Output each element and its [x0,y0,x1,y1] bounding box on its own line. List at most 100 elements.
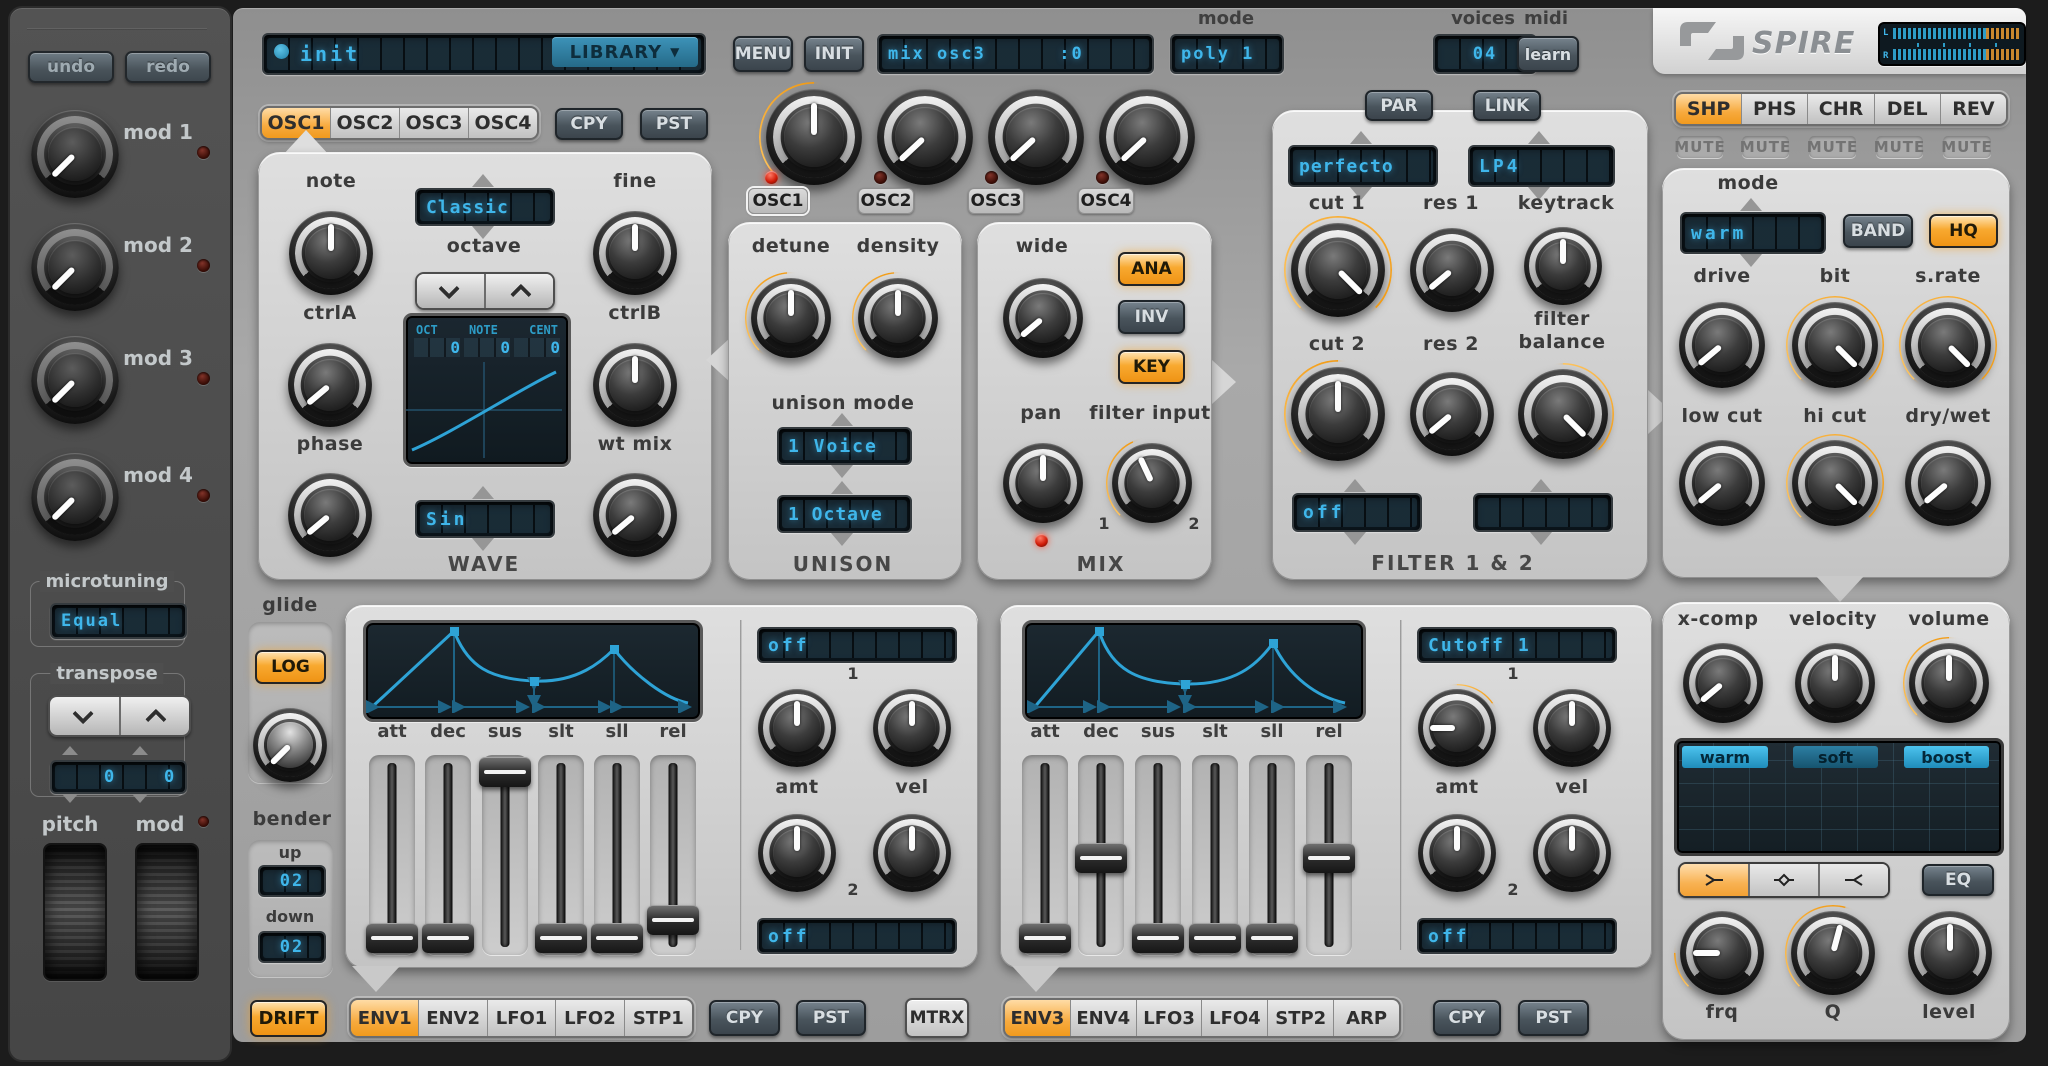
filter-input-knob[interactable] [1106,437,1198,529]
mod-wheel[interactable] [135,843,199,981]
wave-mode-display[interactable]: Classic [415,188,555,226]
wt-mix-knob[interactable] [593,473,677,557]
tab-lfo3[interactable]: LFO3 [1136,1000,1203,1036]
mode-display[interactable]: poly 1 [1170,34,1284,74]
transpose-display[interactable]: 0 0 [50,760,187,794]
wave-name-spin-down-icon[interactable] [472,538,494,551]
mod1-knob[interactable] [31,110,119,198]
tab-osc4[interactable]: OSC4 [469,108,537,138]
mute-phs-button[interactable]: MUTE [1740,136,1790,158]
mute-rev-button[interactable]: MUTE [1941,136,1992,158]
env1-slt-slider[interactable] [535,755,587,955]
band-button[interactable]: BAND [1843,214,1913,248]
filter2-routing-display[interactable] [1473,493,1613,532]
wave-mode-spin-up-icon[interactable] [472,174,494,187]
detune-knob[interactable] [745,272,837,364]
microtuning-display[interactable]: Equal [50,603,187,639]
env3-slt-slider[interactable] [1189,755,1241,955]
tab-lfo1[interactable]: LFO1 [487,1000,557,1036]
hi-cut-knob[interactable] [1785,433,1885,533]
osc2-level-knob[interactable] [877,89,973,185]
tab-lfo4[interactable]: LFO4 [1202,1000,1269,1036]
res1-knob[interactable] [1410,228,1494,312]
init-button[interactable]: INIT [804,36,864,72]
env3-rel-slider[interactable] [1303,755,1355,955]
velocity-knob[interactable] [1795,643,1875,723]
fx-mode-spin-up-icon[interactable] [1740,198,1762,211]
res2-knob[interactable] [1410,372,1494,456]
high-shelf-button[interactable] [1820,864,1888,896]
tab-env3[interactable]: ENV3 [1005,1000,1071,1036]
mute-del-button[interactable]: MUTE [1874,136,1924,158]
phase-knob[interactable] [288,473,372,557]
env3-dec-slider[interactable] [1075,755,1127,955]
transpose-down-button[interactable] [50,697,119,735]
redo-button[interactable]: redo [125,51,211,83]
analyzer-note-value[interactable]: 0 [464,338,510,357]
analyzer-oct-value[interactable]: 0 [414,338,460,357]
osc3-mixer-label[interactable]: OSC3 [968,188,1024,214]
unison-range-display[interactable]: 1 Octave [777,495,912,533]
eq-button[interactable]: EQ [1922,864,1994,896]
tab-arp[interactable]: ARP [1334,1000,1399,1036]
ctrl-a-knob[interactable] [288,343,372,427]
env3-sus-slider[interactable] [1132,755,1184,955]
env3-mod-route-bottom-display[interactable]: off [1417,918,1617,954]
tab-env4[interactable]: ENV4 [1070,1000,1137,1036]
filter1-routing-spin-up-icon[interactable] [1344,479,1366,492]
env1-sll-slider[interactable] [591,755,643,955]
tab-stp1[interactable]: STP1 [624,1000,692,1036]
env3-att-slider[interactable] [1019,755,1071,955]
band-shape-button[interactable] [1750,864,1820,896]
tab-osc3[interactable]: OSC3 [400,108,469,138]
glide-knob[interactable] [253,708,327,782]
transpose-spin-down-right-icon[interactable] [132,794,148,803]
unison-voice-spin-up-icon[interactable] [831,413,853,426]
env1-sus-slider[interactable] [479,755,531,955]
osc-paste-button[interactable]: PST [640,108,708,140]
filter2-type-spin-up-icon[interactable] [1528,131,1550,144]
mute-shp-button[interactable]: MUTE [1674,136,1725,158]
env3-mod-route-top-display[interactable]: Cutoff 1 [1417,627,1617,663]
pitch-wheel[interactable] [43,843,107,981]
env3-amt2-knob[interactable] [1418,814,1496,892]
cut2-knob[interactable] [1284,360,1392,468]
shaper-warm-chip[interactable]: warm [1682,746,1768,768]
filter1-routing-display[interactable]: off [1292,493,1422,532]
drift-button[interactable]: DRIFT [250,1000,327,1037]
ctrl-b-knob[interactable] [593,343,677,427]
tab-rev[interactable]: REV [1940,94,2006,124]
env1-paste-button[interactable]: PST [796,1000,866,1036]
transpose-spin-up-left-icon[interactable] [62,746,78,755]
log-button[interactable]: LOG [255,650,326,684]
env1-rel-slider[interactable] [647,755,699,955]
env3-vel2-knob[interactable] [1533,814,1611,892]
env1-vel1-knob[interactable] [873,689,951,767]
env1-vel2-knob[interactable] [873,814,951,892]
env3-copy-button[interactable]: CPY [1433,1000,1501,1036]
filter1-type-spin-up-icon[interactable] [1350,131,1372,144]
keytrack-knob[interactable] [1524,227,1602,305]
env1-copy-button[interactable]: CPY [709,1000,780,1036]
wide-knob[interactable] [1003,278,1083,358]
osc2-mixer-label[interactable]: OSC2 [858,188,914,214]
inv-button[interactable]: INV [1118,300,1185,334]
env1-amt1-knob[interactable] [758,689,836,767]
tab-stp2[interactable]: STP2 [1268,1000,1335,1036]
mute-chr-button[interactable]: MUTE [1807,136,1857,158]
menu-button[interactable]: MENU [733,36,793,72]
shaper-boost-chip[interactable]: boost [1904,746,1989,768]
osc1-level-knob[interactable] [759,82,869,192]
shaper-soft-chip[interactable]: soft [1793,746,1878,768]
filter1-type-display[interactable]: perfecto [1288,145,1438,187]
q-knob[interactable] [1785,905,1881,1001]
octave-up-button[interactable] [484,274,553,308]
srate-knob[interactable] [1898,295,1998,395]
library-dropdown[interactable]: LIBRARY ▼ [552,37,698,67]
density-knob[interactable] [852,272,944,364]
unison-voice-display[interactable]: 1 Voice [777,427,912,465]
fx-mode-display[interactable]: warm [1680,212,1826,254]
tab-chr[interactable]: CHR [1808,94,1875,124]
tab-env2[interactable]: ENV2 [419,1000,488,1036]
tab-shp[interactable]: SHP [1676,94,1743,124]
